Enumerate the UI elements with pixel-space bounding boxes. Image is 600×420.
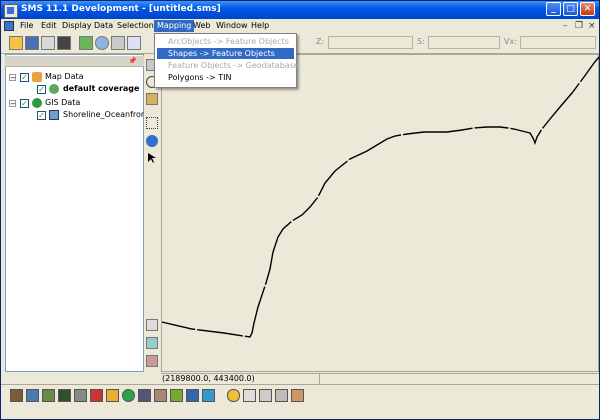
- menu-feature-objects-to-geodatabase[interactable]: Feature Objects -> Geodatabase: [157, 60, 299, 71]
- select-feature-icon[interactable]: [259, 389, 272, 402]
- polygon-tool-icon[interactable]: [146, 337, 158, 349]
- feature-tool-icon[interactable]: [146, 355, 158, 367]
- polygon-icon[interactable]: [186, 389, 199, 402]
- vx-field[interactable]: [520, 36, 596, 49]
- grid-icon[interactable]: [58, 389, 71, 402]
- coverage-icon: [49, 84, 59, 94]
- menu-shapes-to-feature-objects[interactable]: Shapes -> Feature Objects: [157, 48, 294, 59]
- cartesian-grid-icon[interactable]: [26, 389, 39, 402]
- map-module-icon[interactable]: [90, 389, 103, 402]
- menu-file[interactable]: File: [17, 20, 36, 32]
- z-field[interactable]: [328, 36, 413, 49]
- select-icon[interactable]: [146, 117, 158, 129]
- info-icon[interactable]: [146, 135, 158, 147]
- tool-palette: [144, 54, 160, 372]
- vertex-icon[interactable]: [154, 389, 167, 402]
- arrow-icon[interactable]: [146, 152, 158, 164]
- explorer-header: [5, 56, 144, 67]
- sms-app-icon[interactable]: [4, 4, 18, 18]
- globe-icon[interactable]: [122, 389, 135, 402]
- collapse-icon[interactable]: −: [9, 100, 16, 108]
- main-toolbar: Z: S: Vx:: [1, 33, 599, 54]
- title-bar[interactable]: SMS 11.1 Development - [untitled.sms] _ …: [1, 1, 599, 19]
- save-icon[interactable]: [25, 36, 39, 50]
- close-button[interactable]: ✕: [580, 2, 595, 16]
- arc-icon[interactable]: [170, 389, 183, 402]
- zoom-icon[interactable]: [146, 93, 158, 105]
- checkbox-map-data[interactable]: ✓: [20, 73, 29, 82]
- document-icon[interactable]: [4, 21, 14, 31]
- mdi-close-button[interactable]: ×: [588, 21, 596, 31]
- refresh-icon[interactable]: [79, 36, 93, 50]
- menu-arcobjects-to-feature-objects[interactable]: ArcObjects -> Feature Objects: [157, 36, 294, 47]
- vx-label: Vx:: [504, 37, 517, 46]
- menu-help[interactable]: Help: [248, 20, 272, 32]
- z-label: Z:: [316, 37, 325, 46]
- menu-data[interactable]: Data: [91, 20, 116, 32]
- globe-icon: [32, 98, 42, 108]
- gis-module-icon[interactable]: [106, 389, 119, 402]
- tree-item-label: GIS Data: [45, 98, 81, 107]
- module-toolbar: [1, 384, 599, 407]
- shapefile-icon: [49, 110, 59, 120]
- graphics-window[interactable]: [161, 54, 600, 372]
- menu-window[interactable]: Window: [213, 20, 251, 32]
- menu-mapping[interactable]: Mapping: [154, 20, 195, 32]
- s-label: S:: [417, 37, 425, 46]
- open-icon[interactable]: [9, 36, 23, 50]
- tree-item-shoreline[interactable]: ✓ Shoreline_Oceanfront: [29, 109, 149, 121]
- map-data-icon: [32, 72, 42, 82]
- application-window: SMS 11.1 Development - [untitled.sms] _ …: [0, 0, 600, 420]
- pin-icon[interactable]: 📌: [128, 57, 137, 65]
- tree-item-label: Map Data: [45, 72, 84, 81]
- delete-icon[interactable]: [57, 36, 71, 50]
- menu-web[interactable]: Web: [190, 20, 213, 32]
- mdi-restore-button[interactable]: ❐: [575, 21, 583, 31]
- annotation-icon[interactable]: [202, 389, 215, 402]
- checkbox-shoreline[interactable]: ✓: [37, 111, 46, 120]
- create-feature-icon[interactable]: [243, 389, 256, 402]
- zoom-frame-icon[interactable]: [95, 36, 109, 50]
- tree-item-label: Shoreline_Oceanfront: [63, 110, 150, 119]
- tree-item-map-data[interactable]: − ✓ Map Data: [9, 71, 139, 83]
- attributes-icon[interactable]: [291, 389, 304, 402]
- mesh-module-icon[interactable]: [10, 389, 23, 402]
- window-title: SMS 11.1 Development - [untitled.sms]: [21, 4, 221, 14]
- mdi-minimize-button[interactable]: –: [563, 21, 568, 31]
- menu-bar: File Edit Display Data Selection Mapping…: [1, 19, 599, 33]
- shoreline-drawing: [162, 56, 600, 338]
- display-options-icon[interactable]: [111, 36, 125, 50]
- menu-edit[interactable]: Edit: [38, 20, 60, 32]
- projection-icon[interactable]: [127, 36, 141, 50]
- particle-icon[interactable]: [74, 389, 87, 402]
- menu-selection[interactable]: Selection: [114, 20, 157, 32]
- checkbox-default-coverage[interactable]: ✓: [37, 85, 46, 94]
- tree-item-label: default coverage: [63, 84, 140, 93]
- maximize-button[interactable]: □: [563, 2, 578, 16]
- checkbox-gis-data[interactable]: ✓: [20, 99, 29, 108]
- collapse-icon[interactable]: −: [9, 74, 16, 82]
- menu-polygons-to-tin[interactable]: Polygons -> TIN: [157, 72, 294, 83]
- print-icon[interactable]: [41, 36, 55, 50]
- s-field[interactable]: [428, 36, 500, 49]
- menu-display[interactable]: Display: [59, 20, 95, 32]
- node-icon[interactable]: [138, 389, 151, 402]
- vertex-tool-icon[interactable]: [146, 319, 158, 331]
- tree-item-gis-data[interactable]: − ✓ GIS Data: [9, 97, 139, 109]
- scatter-module-icon[interactable]: [42, 389, 55, 402]
- minimize-button[interactable]: _: [546, 2, 561, 16]
- merge-icon[interactable]: [275, 389, 288, 402]
- mapping-menu-dropdown: ArcObjects -> Feature Objects Shapes -> …: [154, 33, 299, 88]
- tree-item-default-coverage[interactable]: ✓ default coverage: [29, 83, 139, 95]
- lightbulb-icon[interactable]: [227, 389, 240, 402]
- cursor-coordinates: (2189800.0, 443400.0): [162, 374, 255, 383]
